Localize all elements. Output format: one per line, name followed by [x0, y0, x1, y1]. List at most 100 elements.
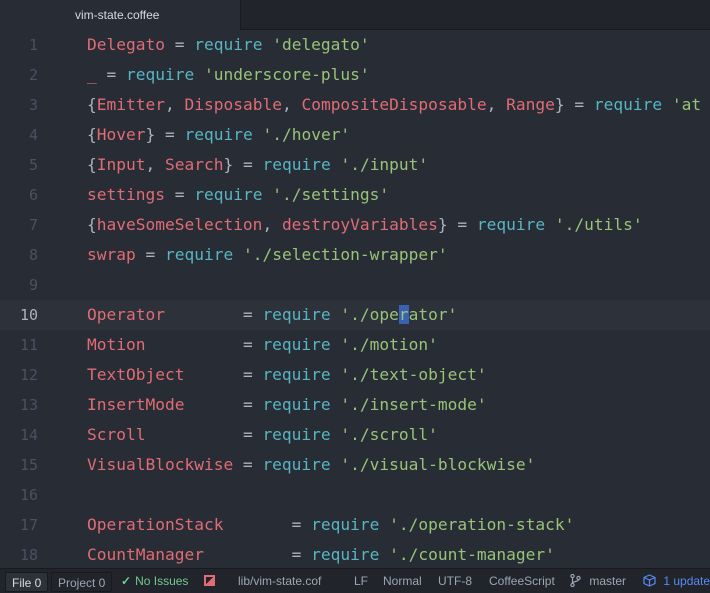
git-branch-icon	[570, 574, 581, 587]
red-square-icon[interactable]	[204, 569, 215, 593]
code-token: ,	[164, 95, 185, 114]
code-line[interactable]: 2 _ = require 'underscore-plus'	[0, 60, 710, 90]
package-updates[interactable]: 1 update	[643, 569, 710, 593]
line-number[interactable]: 16	[0, 480, 38, 510]
file-filter-button[interactable]: File 0	[5, 572, 49, 592]
code-token: require	[262, 425, 331, 444]
code-token: =	[164, 185, 195, 204]
code-token: =	[203, 545, 312, 564]
code-token: require	[311, 545, 380, 564]
code-line[interactable]: 9	[0, 270, 710, 300]
code-text: VisualBlockwise = require './visual-bloc…	[87, 450, 535, 480]
code-token: Emitter	[96, 95, 165, 114]
line-number[interactable]: 3	[0, 90, 38, 120]
code-token: 'at	[671, 95, 702, 114]
project-filter-button[interactable]: Project 0	[51, 572, 113, 592]
line-number[interactable]: 15	[0, 450, 38, 480]
line-number[interactable]: 7	[0, 210, 38, 240]
line-number[interactable]: 13	[0, 390, 38, 420]
line-number[interactable]: 10	[0, 300, 38, 330]
check-icon: ✓	[121, 574, 132, 588]
code-text: swrap = require './selection-wrapper'	[87, 240, 448, 270]
file-path[interactable]: lib/vim-state.cof	[238, 569, 321, 593]
code-token: require	[262, 155, 331, 174]
code-line[interactable]: 14 Scroll = require './scroll'	[0, 420, 710, 450]
code-line[interactable]: 1 Delegato = require 'delegato'	[0, 30, 710, 60]
line-number[interactable]: 2	[0, 60, 38, 90]
code-token: }	[437, 215, 448, 234]
code-token: {	[87, 155, 97, 174]
code-token: CountManager	[87, 545, 204, 564]
code-token: {	[87, 125, 97, 144]
code-token: './settings'	[272, 185, 390, 204]
line-number[interactable]: 4	[0, 120, 38, 150]
code-token: =	[184, 365, 263, 384]
code-token: Operator	[87, 305, 165, 324]
code-token: =	[184, 395, 263, 414]
code-line[interactable]: 4 {Hover} = require './hover'	[0, 120, 710, 150]
code-token: =	[233, 155, 263, 174]
line-number[interactable]: 1	[0, 30, 38, 60]
code-line[interactable]: 16	[0, 480, 710, 510]
code-line[interactable]: 15 VisualBlockwise = require './visual-bl…	[0, 450, 710, 480]
line-number[interactable]: 11	[0, 330, 38, 360]
code-token: Scroll	[87, 425, 146, 444]
tab-vim-state[interactable]: vim-state.coffee	[0, 0, 241, 30]
code-line[interactable]: 11 Motion = require './motion'	[0, 330, 710, 360]
line-number[interactable]: 14	[0, 420, 38, 450]
line-ending[interactable]: LF	[354, 569, 368, 593]
code-token: Delegato	[87, 35, 165, 54]
code-line[interactable]: 7 {haveSomeSelection, destroyVariables} =…	[0, 210, 710, 240]
code-text: _ = require 'underscore-plus'	[87, 60, 370, 90]
code-text: {Emitter, Disposable, CompositeDisposabl…	[87, 90, 701, 120]
code-text: Delegato = require 'delegato'	[87, 30, 370, 60]
line-number[interactable]: 12	[0, 360, 38, 390]
git-branch[interactable]: master	[570, 569, 626, 593]
code-token: =	[564, 95, 594, 114]
code-token: './insert-mode'	[340, 395, 487, 414]
code-token: =	[223, 515, 312, 534]
code-token: require	[593, 95, 663, 114]
encoding[interactable]: UTF-8	[438, 569, 472, 593]
line-number[interactable]: 8	[0, 240, 38, 270]
code-token: Motion	[87, 335, 146, 354]
code-token: ,	[281, 95, 302, 114]
code-line[interactable]: 6 settings = require './settings'	[0, 180, 710, 210]
code-editor[interactable]: 1 Delegato = require 'delegato' 2 _ = requi…	[0, 30, 710, 568]
code-line[interactable]: 13 InsertMode = require './insert-mode'	[0, 390, 710, 420]
grammar-selector[interactable]: CoffeeScript	[489, 569, 555, 593]
code-token: destroyVariables	[281, 215, 438, 234]
code-token: {	[87, 95, 97, 114]
code-line[interactable]: 12 TextObject = require './text-object'	[0, 360, 710, 390]
code-text: OperationStack = require './operation-st…	[87, 510, 574, 540]
code-token: Search	[164, 155, 224, 174]
code-token: settings	[87, 185, 165, 204]
code-line[interactable]: 10 Operator = require './operator'	[0, 300, 710, 330]
code-line[interactable]: 8 swrap = require './selection-wrapper'	[0, 240, 710, 270]
line-number[interactable]: 17	[0, 510, 38, 540]
line-number[interactable]: 18	[0, 540, 38, 568]
line-number[interactable]: 6	[0, 180, 38, 210]
line-number[interactable]: 5	[0, 150, 38, 180]
code-line[interactable]: 3 {Emitter, Disposable, CompositeDisposab…	[0, 90, 710, 120]
linter-status[interactable]: ✓ No Issues	[121, 569, 188, 593]
code-line[interactable]: 18 CountManager = require './count-manage…	[0, 540, 710, 568]
code-text: Motion = require './motion'	[87, 330, 438, 360]
code-token: require	[194, 35, 263, 54]
line-number[interactable]: 9	[0, 270, 38, 300]
code-text: {Hover} = require './hover'	[87, 120, 350, 150]
code-line[interactable]: 17 OperationStack = require './operation-…	[0, 510, 710, 540]
code-token: Hover	[96, 125, 146, 144]
cursor: r	[398, 305, 409, 324]
code-token: ,	[145, 155, 165, 174]
code-line[interactable]: 5 {Input, Search} = require './input'	[0, 150, 710, 180]
